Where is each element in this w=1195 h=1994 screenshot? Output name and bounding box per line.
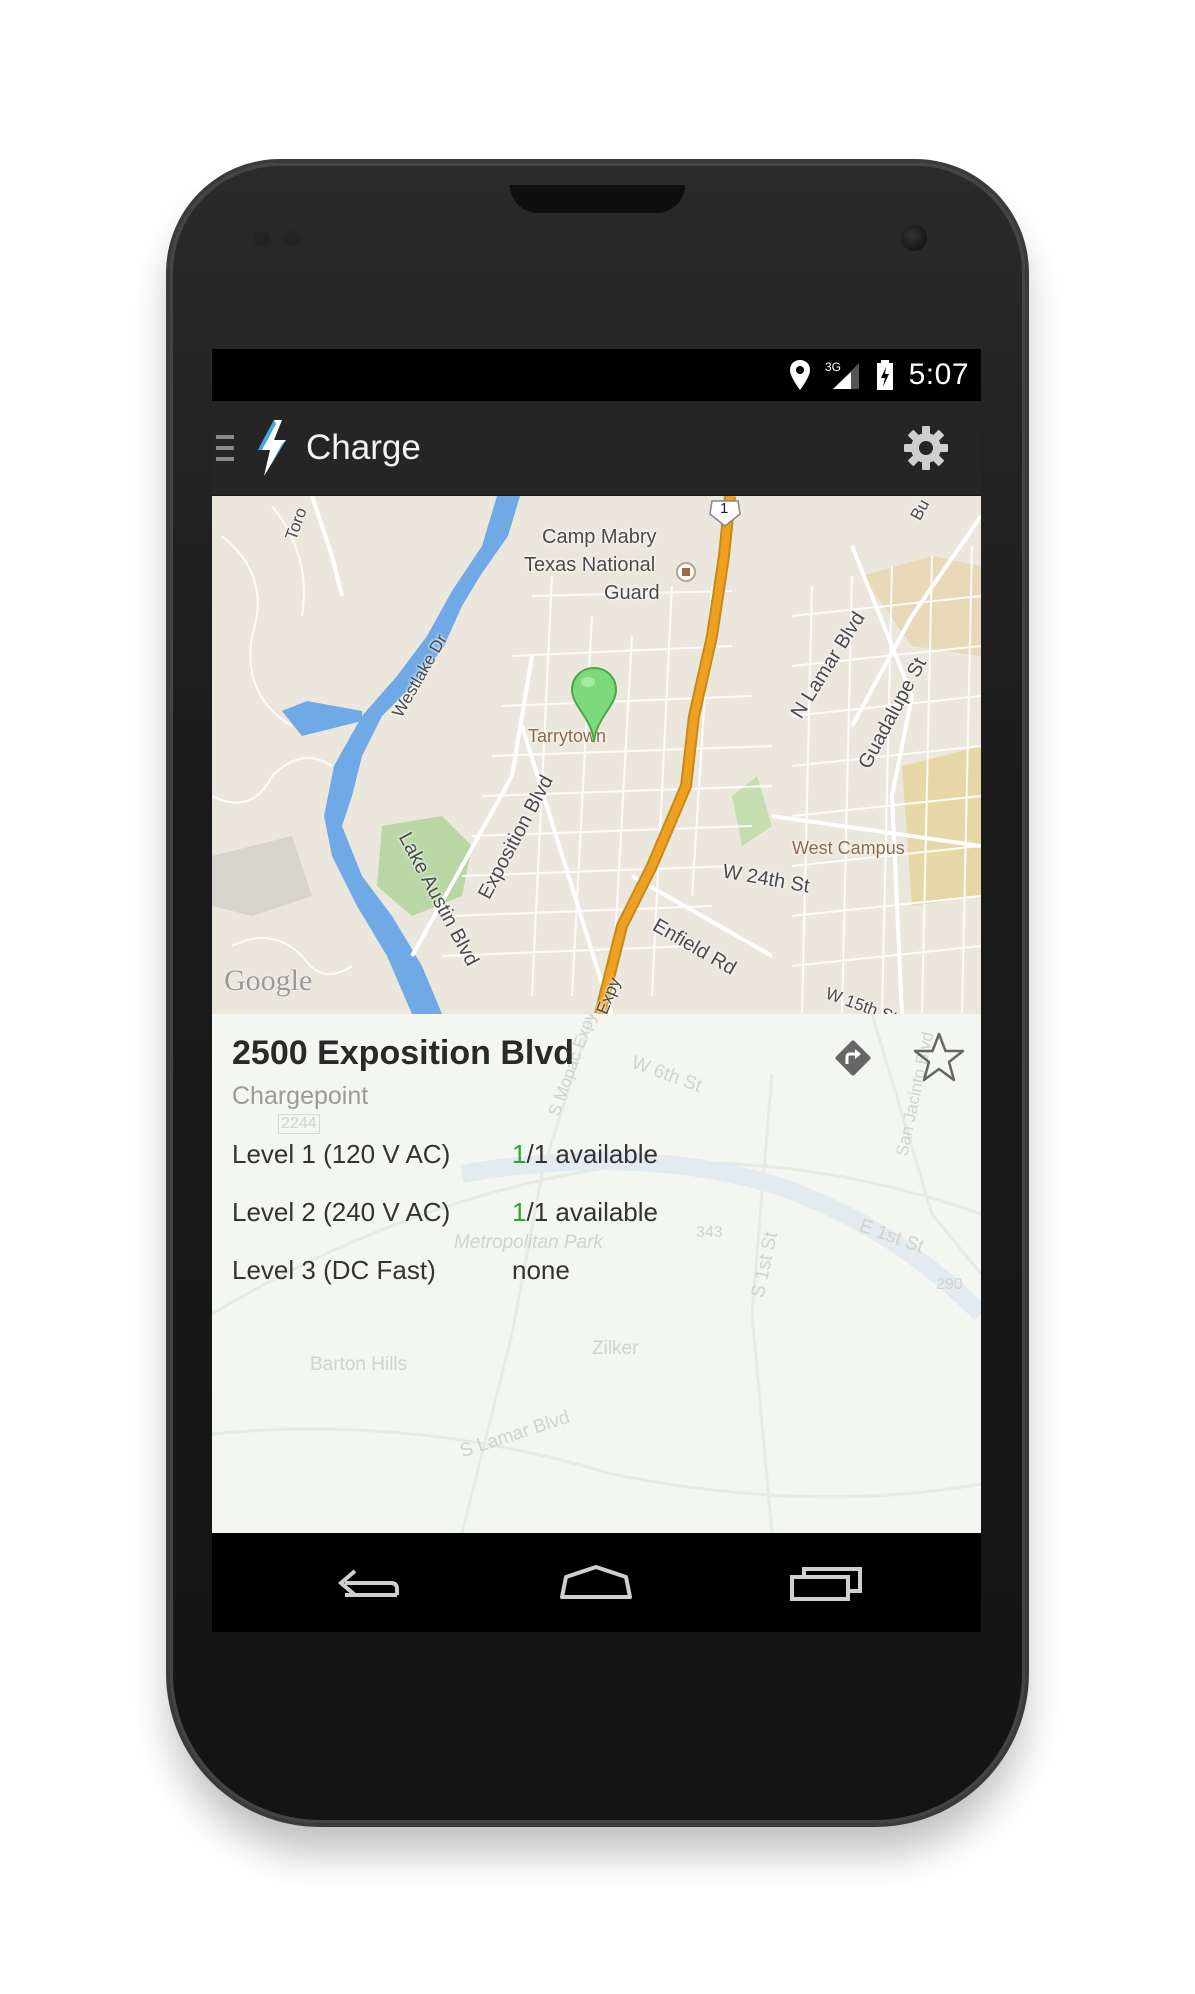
front-camera [901,225,927,251]
highway-shield-label: 1 [720,500,729,517]
battery-charging-icon [876,360,893,390]
back-icon[interactable] [327,1555,407,1610]
available-count: 1 [512,1197,527,1227]
lightning-bolt-icon[interactable] [252,418,292,478]
map-label-guard: Guard [604,582,660,604]
status-clock: 5:07 [908,358,969,391]
station-detail-panel[interactable]: W 6th St 2244 Metropolitan Park 343 S 1s… [212,1014,981,1533]
recent-apps-icon[interactable] [786,1555,866,1610]
station-network: Chargepoint [232,1082,369,1110]
app-title: Charge [306,428,421,467]
proximity-sensors [254,231,300,247]
map-label-west-campus: West Campus [792,838,905,858]
availability-text: /1 available [526,1197,659,1227]
station-map-marker[interactable] [570,666,618,744]
google-logo: Google [224,964,313,997]
drawer-menu-icon[interactable] [216,433,234,463]
ghost-label-290: 290 [936,1276,963,1293]
ghost-label-barton: Barton Hills [310,1354,408,1375]
phone-screen: 3G 5:07 Charge Toro Camp Mabry Texas Nat… [212,349,981,1632]
favorite-star-icon[interactable] [912,1031,966,1085]
settings-gear-icon[interactable] [903,425,949,471]
phone-top-notch [510,185,685,213]
map-view[interactable]: Toro Camp Mabry Texas National Guard Wes… [212,496,981,1014]
ghost-label-metro-park: Metropolitan Park [454,1232,603,1253]
home-icon[interactable] [556,1555,636,1610]
level-name: Level 2 (240 V AC) [232,1197,451,1227]
ghost-label-343: 343 [696,1224,723,1241]
action-bar: Charge [212,401,981,496]
location-pin-icon [789,360,810,390]
map-label-camp-mabry: Camp Mabry [542,526,657,548]
map-label-texas-national: Texas National [524,554,656,576]
system-navigation-bar [212,1533,981,1632]
charge-level-row-3: Level 3 (DC Fast) none [232,1255,570,1286]
3g-signal-icon: 3G [825,360,859,389]
charge-level-row-2: Level 2 (240 V AC) 1 /1 available [232,1197,658,1228]
level-name: Level 3 (DC Fast) [232,1255,436,1285]
status-bar: 3G 5:07 [212,349,981,401]
station-address: 2500 Exposition Blvd [232,1034,574,1072]
availability-text: /1 available [526,1139,659,1169]
ghost-label-2244: 2244 [278,1114,320,1134]
availability-text: none [512,1255,570,1285]
svg-text:3G: 3G [825,360,841,374]
directions-icon[interactable] [832,1037,874,1079]
level-name: Level 1 (120 V AC) [232,1139,451,1169]
ghost-label-zilker: Zilker [592,1338,639,1359]
charge-level-row-1: Level 1 (120 V AC) 1 /1 available [232,1139,658,1170]
available-count: 1 [512,1139,527,1169]
